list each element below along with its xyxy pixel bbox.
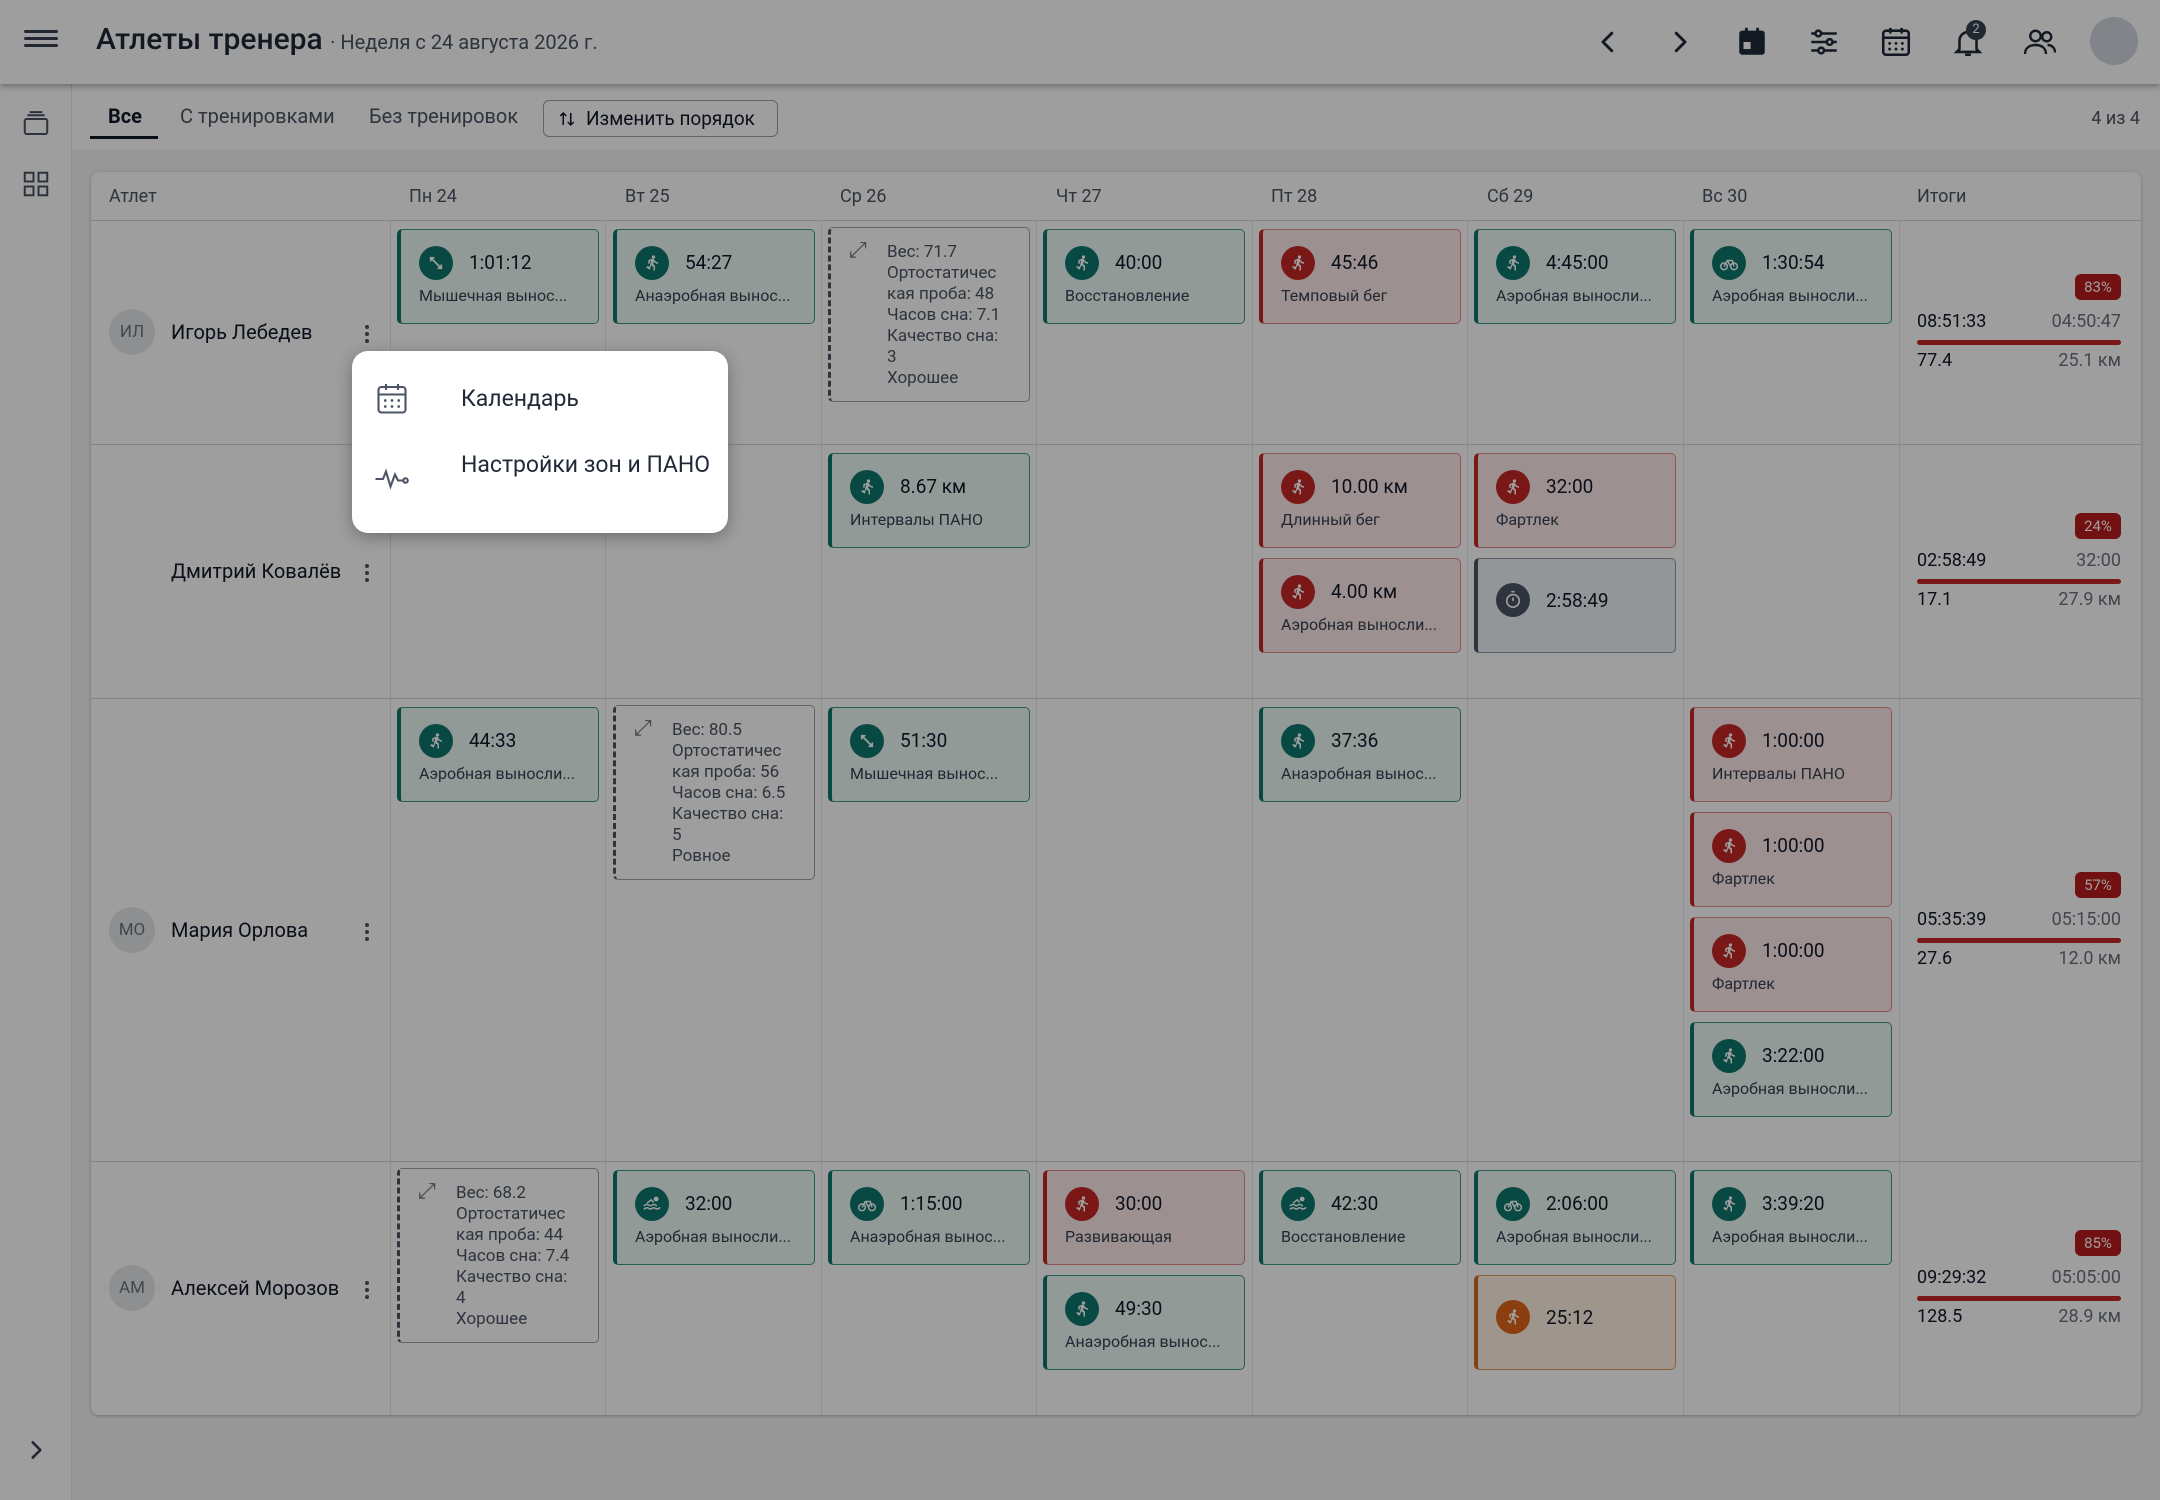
heart-rate-icon: [375, 468, 409, 490]
menu-item-calendar-label: Календарь: [461, 385, 579, 412]
menu-item-zone-settings-label: Настройки зон и ПАНО: [461, 451, 711, 478]
calendar-icon: [377, 384, 407, 414]
menu-item-zone-settings[interactable]: Настройки зон и ПАНО: [352, 451, 728, 515]
modal-backdrop[interactable]: [0, 0, 2160, 1500]
menu-item-calendar[interactable]: Календарь: [352, 381, 728, 441]
athlete-context-menu: Календарь Настройки зон и ПАНО: [352, 351, 728, 533]
